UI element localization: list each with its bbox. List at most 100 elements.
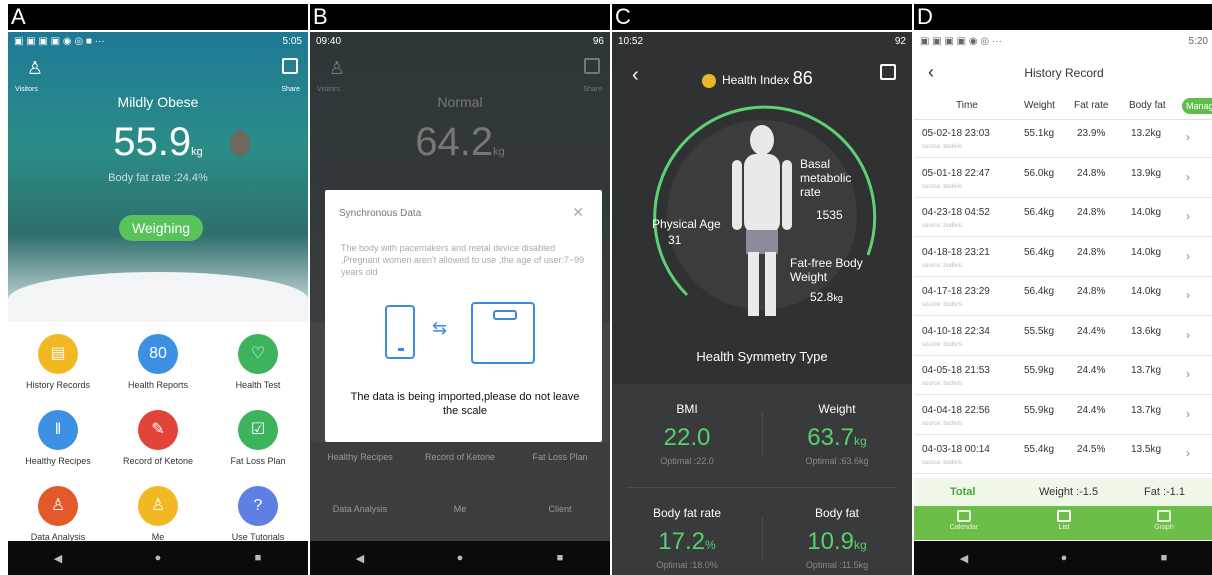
cell-fat: 24.8%	[1077, 207, 1106, 218]
visitors-label: Visitors	[15, 86, 38, 93]
grid-item-label: Data Analysis	[332, 504, 388, 514]
home-icon[interactable]: ●	[128, 552, 188, 564]
medal-icon	[702, 73, 716, 88]
grid-item[interactable]: ☑ Fat Loss Plan	[208, 410, 308, 466]
panel-b: B 09:40 96 ♙ Visitors Share Normal 64.2kg…	[310, 0, 610, 575]
metric-optimal: Optimal :11.5kg	[805, 560, 869, 570]
table-row[interactable]: 04-04-18 22:56 55.9kg 24.4% 13.7kg source: b…	[914, 397, 1212, 435]
share-label: Share	[281, 86, 300, 93]
recent-apps-icon[interactable]: ■	[1134, 552, 1194, 564]
figure-left-leg	[748, 252, 759, 316]
cell-fat: 24.8%	[1077, 167, 1106, 179]
visitors-icon[interactable]: ♙	[20, 58, 50, 79]
metric-label: BMI	[676, 402, 698, 416]
tab-graph[interactable]: Graph	[1114, 506, 1212, 540]
back-icon[interactable]: ◀	[330, 552, 390, 565]
chevron-right-icon: ›	[1186, 209, 1190, 223]
health-index-title: Health Index 86	[702, 68, 813, 89]
panel-label: B	[310, 4, 610, 30]
cell-time: 04-17-18 23:29	[922, 286, 990, 297]
grid-item[interactable]: ♡ Health Test	[208, 334, 308, 390]
phone-screen: ▣ ▣ ▣ ▣ ◉ ◎ ■ ··· 5:05 ♙ Visitors Share M…	[8, 32, 308, 575]
cell-fat: 24.4%	[1077, 365, 1106, 376]
cell-weight: 55.4kg	[1024, 444, 1055, 455]
status-icons: ▣ ▣ ▣ ▣ ◉ ◎ ■ ···	[14, 36, 105, 47]
row-source: source: bodivis	[922, 381, 963, 387]
cell-fat: 24.4%	[1077, 325, 1106, 337]
metric-optimal: Optimal :22.0	[660, 456, 714, 466]
cell-time: 04-23-18 04:52	[922, 207, 990, 218]
list-icon	[1057, 510, 1071, 522]
weighing-button[interactable]: Weighing	[119, 215, 203, 241]
metric-unit: kg	[854, 434, 867, 448]
sync-dialog: Synchronous Data ✕ The body with pacemak…	[325, 190, 602, 442]
heartbeat-icon: ♡	[238, 334, 278, 374]
bottom-tabbar: Calendar List Graph	[914, 506, 1212, 540]
android-nav-bar: ◀ ● ■	[914, 541, 1212, 575]
recent-apps-icon[interactable]: ■	[530, 552, 590, 564]
metric-unit: %	[705, 538, 716, 552]
table-row[interactable]: 04-18-18 23:21 56.4kg 24.8% 14.0kg source: b…	[914, 239, 1212, 277]
metric-number: 17.2	[658, 528, 706, 555]
chevron-right-icon: ›	[1186, 406, 1190, 421]
home-icon[interactable]: ●	[1034, 552, 1094, 564]
home-header: ▣ ▣ ▣ ▣ ◉ ◎ ■ ··· 5:05 ♙ Visitors Share M…	[8, 32, 308, 327]
figure-head	[750, 125, 774, 155]
weight-status: Mildly Obese	[117, 94, 199, 110]
metric-label: Weight	[818, 402, 856, 416]
cell-bodyfat: 13.7kg	[1131, 404, 1162, 416]
ffm-number: 52.8	[810, 290, 834, 304]
manage-button[interactable]: Manage	[1182, 98, 1212, 114]
grid-item[interactable]: ♙ Data Analysis	[8, 486, 108, 542]
metric-number: 22.0	[663, 424, 711, 451]
panel-d: D ▣ ▣ ▣ ▣ ◉ ◎ ··· 5:20 ‹ History Record T…	[914, 0, 1212, 575]
metric-value: 63.7kg	[762, 424, 912, 452]
share-icon[interactable]	[282, 58, 298, 74]
table-row[interactable]: 05-02-18 23:03 55.1kg 23.9% 13.2kg source: b…	[914, 120, 1212, 158]
cell-weight: 56.4kg	[1024, 246, 1055, 258]
tab-list[interactable]: List	[1014, 506, 1114, 540]
chevron-right-icon: ›	[1186, 367, 1190, 381]
ffm-unit: kg	[833, 293, 843, 303]
back-icon[interactable]: ◀	[934, 552, 994, 565]
metric-value: 17.2%	[612, 528, 762, 556]
tab-calendar[interactable]: Calendar	[914, 506, 1014, 540]
metric-value: 10.9kg	[762, 528, 912, 556]
table-row[interactable]: 04-05-18 21:53 55.9kg 24.4% 13.7kg source: b…	[914, 357, 1212, 395]
cell-bodyfat: 13.2kg	[1131, 128, 1162, 139]
grid-item: Data Analysis	[310, 498, 410, 514]
col-time: Time	[956, 100, 978, 111]
weight-value: 55.9kg	[8, 120, 308, 165]
grid-item[interactable]: ▤ History Records	[8, 334, 108, 390]
total-bar: Total Weight :-1.5 Fat :-1.1	[914, 478, 1212, 506]
table-row[interactable]: 04-17-18 23:29 56.4kg 24.8% 14.0kg source: b…	[914, 278, 1212, 316]
score-icon: 80	[138, 334, 178, 374]
grid-item[interactable]: ? Use Tutorials	[208, 486, 308, 542]
back-arrow-icon[interactable]: ‹	[632, 64, 639, 87]
chevron-right-icon: ›	[1186, 169, 1190, 184]
table-row[interactable]: 04-03-18 00:14 55.4kg 24.5% 13.5kg source: b…	[914, 436, 1212, 474]
close-icon[interactable]: ✕	[572, 204, 584, 221]
physical-age-value: 31	[668, 233, 682, 247]
panel-label: A	[8, 4, 308, 30]
share-icon[interactable]	[880, 64, 896, 80]
cell-fat: 24.4%	[1077, 404, 1106, 416]
home-icon[interactable]: ●	[430, 552, 490, 564]
cell-weight: 55.9kg	[1024, 404, 1055, 416]
grid-item[interactable]: 80 Health Reports	[108, 334, 208, 390]
cell-time: 04-10-18 22:34	[922, 325, 990, 337]
back-icon[interactable]: ◀	[28, 552, 88, 565]
metric-optimal: Optimal :18.0%	[656, 560, 718, 570]
recent-apps-icon[interactable]: ■	[228, 552, 288, 564]
table-row[interactable]: 04-10-18 22:34 55.5kg 24.4% 13.6kg source: b…	[914, 318, 1212, 356]
fat-free-label: Fat-free Body Weight	[790, 256, 863, 284]
chevron-right-icon: ›	[1186, 288, 1190, 302]
grid-item[interactable]: ǁ Healthy Recipes	[8, 410, 108, 466]
grid-item[interactable]: ✎ Record of Ketone	[108, 410, 208, 466]
fork-knife-icon: ǁ	[38, 410, 78, 450]
grid-item[interactable]: ♙ Me	[108, 486, 208, 542]
cloud-decoration	[8, 272, 308, 327]
table-row[interactable]: 05-01-18 22:47 56.0kg 24.8% 13.9kg source: b…	[914, 160, 1212, 198]
table-row[interactable]: 04-23-18 04:52 56.4kg 24.8% 14.0kg source: b…	[914, 199, 1212, 237]
status-bar: ▣ ▣ ▣ ▣ ◉ ◎ ··· 5:20	[914, 32, 1212, 52]
